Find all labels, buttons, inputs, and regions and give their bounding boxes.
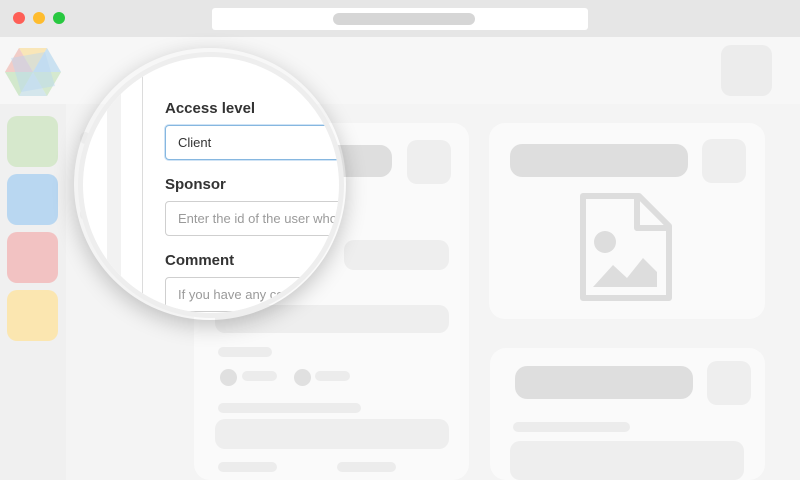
media-title-skeleton — [510, 144, 688, 177]
secondary-title-skeleton — [515, 366, 693, 399]
sponsor-input[interactable] — [165, 201, 339, 236]
secondary-card — [490, 348, 765, 480]
maximize-window-button[interactable] — [53, 12, 65, 24]
media-action-button[interactable] — [702, 139, 746, 183]
secondary-block-skeleton — [510, 441, 744, 480]
magnifier-lens: Access level Sponsor Comment — [78, 52, 344, 318]
close-window-button[interactable] — [13, 12, 25, 24]
image-file-icon — [580, 193, 672, 301]
window-titlebar — [0, 0, 800, 37]
sidebar-tile-green[interactable] — [7, 116, 58, 167]
address-placeholder — [333, 13, 475, 25]
sponsor-label: Sponsor — [165, 176, 226, 193]
label-skeleton — [218, 403, 361, 413]
app-logo[interactable] — [5, 46, 61, 98]
radio-label-skeleton — [315, 371, 350, 381]
card-action-button[interactable] — [407, 140, 451, 184]
sidebar-tile-blue[interactable] — [7, 174, 58, 225]
label-skeleton — [337, 462, 396, 472]
label-skeleton — [218, 347, 272, 357]
secondary-action-button[interactable] — [707, 361, 751, 405]
sidebar-rail — [0, 104, 66, 480]
media-card — [489, 123, 765, 319]
radio-skeleton[interactable] — [220, 369, 237, 386]
header-action-button[interactable] — [721, 45, 772, 96]
address-bar[interactable] — [212, 8, 588, 30]
comment-input[interactable] — [165, 277, 339, 312]
sidebar-tile-yellow[interactable] — [7, 290, 58, 341]
sidebar-tile-red[interactable] — [7, 232, 58, 283]
radio-label-skeleton — [242, 371, 277, 381]
access-level-label: Access level — [165, 100, 256, 117]
radio-skeleton[interactable] — [294, 369, 311, 386]
field-skeleton — [344, 240, 449, 270]
access-level-input[interactable] — [165, 125, 339, 160]
magnified-sidebar — [89, 75, 143, 313]
magnified-form: Access level Sponsor Comment — [83, 57, 339, 313]
minimize-window-button[interactable] — [33, 12, 45, 24]
comment-label: Comment — [165, 252, 235, 269]
sidebar-divider — [107, 75, 121, 313]
secondary-line-skeleton — [513, 422, 630, 432]
label-skeleton — [218, 462, 277, 472]
field-skeleton — [215, 419, 449, 449]
